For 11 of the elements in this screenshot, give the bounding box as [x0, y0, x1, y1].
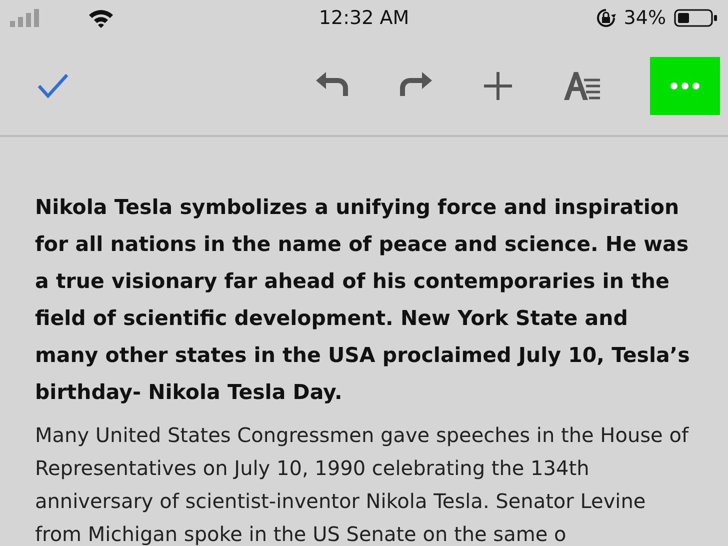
status-time: 12:32 AM — [318, 7, 410, 29]
rotation-lock-icon — [596, 8, 616, 28]
wifi-icon — [88, 8, 114, 28]
checkmark-icon[interactable] — [36, 72, 70, 100]
text-format-icon[interactable] — [562, 70, 602, 102]
battery-icon — [674, 8, 718, 28]
plus-icon[interactable] — [482, 70, 514, 102]
paragraph: Nikola Tesla symbolizes a unifying force and inspiration for all nations in the name of peace and science. He was a true visionary far ahead of his contemporaries in the field of scientific development. New York State and many other states in the USA proclaimed July 10, Tesla’s birthday- Nikola Tesla Day. — [35, 194, 691, 406]
more-icon — [670, 82, 700, 90]
battery-percent: 34% — [624, 7, 666, 29]
paragraph: Many United States Congressmen gave speeches in the House of Representatives on July 10, 1990 celebrating the 134th anniversary of scientist-inventor Nikola Tesla. Senator Levine from Michigan spoke in the US Senate on the same o — [35, 422, 690, 546]
